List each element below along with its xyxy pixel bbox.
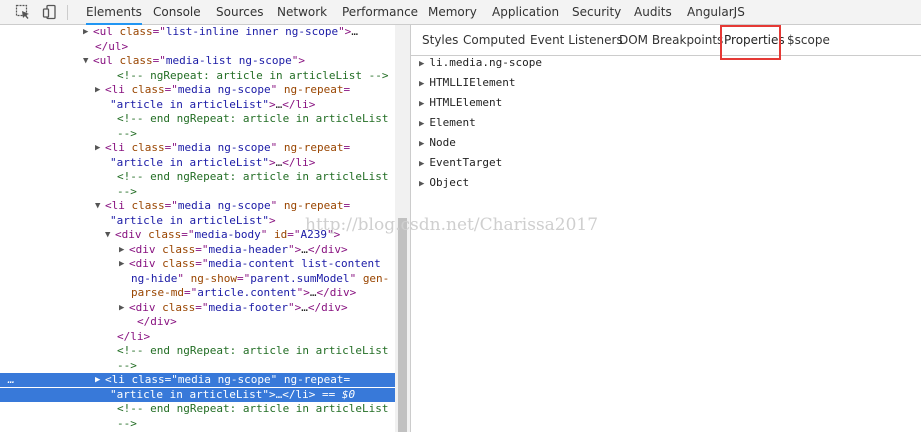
property-label: Element bbox=[429, 116, 476, 129]
dom-node-line[interactable]: --> bbox=[0, 359, 395, 373]
property-label: Object bbox=[429, 176, 470, 189]
collapsed-triangle-icon[interactable]: ▶ bbox=[83, 25, 88, 39]
dom-node-line[interactable]: "article in articleList">…</li> bbox=[0, 98, 395, 112]
dom-node-line[interactable]: ▼ <li class="media ng-scope" ng-repeat= bbox=[0, 199, 395, 213]
dom-node-line[interactable]: ▶ <div class="media-content list-content bbox=[0, 257, 395, 271]
highlight-box bbox=[720, 25, 781, 60]
dom-node-line[interactable]: --> bbox=[0, 417, 395, 431]
collapsed-triangle-icon[interactable]: ▶ bbox=[119, 301, 124, 315]
tab-security[interactable]: Security bbox=[572, 0, 621, 25]
sidebar-tab-styles[interactable]: Styles bbox=[422, 25, 458, 56]
collapsed-triangle-icon: ▶ bbox=[419, 119, 425, 129]
collapsed-triangle-icon[interactable]: ▶ bbox=[95, 141, 100, 155]
collapsed-triangle-icon: ▶ bbox=[419, 99, 425, 109]
collapsed-triangle-icon: ▶ bbox=[419, 79, 425, 89]
dom-node-line[interactable]: parse-md="article.content">…</div> bbox=[0, 286, 395, 300]
dom-node-line[interactable]: ▶ <li class="media ng-scope" ng-repeat= bbox=[0, 141, 395, 155]
property-label: HTMLElement bbox=[429, 96, 503, 109]
sidebar-tab-eventlisteners[interactable]: Event Listeners bbox=[530, 25, 623, 56]
dom-node-line[interactable]: ▶ <div class="media-header">…</div> bbox=[0, 243, 395, 257]
property-item[interactable]: ▶ HTMLElement bbox=[419, 96, 502, 110]
collapsed-triangle-icon: ▶ bbox=[419, 59, 425, 69]
dom-node-line[interactable]: ▶ <li class="media ng-scope" ng-repeat= bbox=[0, 83, 395, 97]
sidebar-tab-computed[interactable]: Computed bbox=[463, 25, 525, 56]
collapsed-triangle-icon[interactable]: ▶ bbox=[119, 257, 124, 271]
dom-node-line[interactable]: ng-hide" ng-show="parent.sumModel" gen- bbox=[0, 272, 395, 286]
tab-audits[interactable]: Audits bbox=[634, 0, 672, 25]
dom-tree-scrollbar-thumb[interactable] bbox=[398, 218, 407, 432]
property-label: HTMLLIElement bbox=[429, 76, 516, 89]
property-label: Node bbox=[429, 136, 456, 149]
dom-node-line[interactable]: <!-- end ngRepeat: article in articleLis… bbox=[0, 344, 395, 358]
dom-node-line[interactable]: ▶ <li class="media ng-scope" ng-repeat=… bbox=[0, 373, 395, 387]
dom-node-line[interactable]: --> bbox=[0, 185, 395, 199]
dom-node-line[interactable]: <!-- end ngRepeat: article in articleLis… bbox=[0, 170, 395, 184]
dom-node-line[interactable]: <!-- end ngRepeat: article in articleLis… bbox=[0, 402, 395, 416]
collapsed-triangle-icon: ▶ bbox=[419, 139, 425, 149]
dom-node-line[interactable]: </div> bbox=[0, 315, 395, 329]
tab-memory[interactable]: Memory bbox=[428, 0, 477, 25]
dom-node-line[interactable]: ▶ <div class="media-footer">…</div> bbox=[0, 301, 395, 315]
tab-performance[interactable]: Performance bbox=[342, 0, 418, 25]
collapsed-triangle-icon[interactable]: ▶ bbox=[119, 243, 124, 257]
watermark: http://blog.csdn.net/Charissa2017 bbox=[305, 215, 599, 235]
dom-node-line[interactable]: </li> bbox=[0, 330, 395, 344]
tab-angularjs[interactable]: AngularJS bbox=[687, 0, 745, 25]
property-item[interactable]: ▶ li.media.ng-scope bbox=[419, 56, 542, 70]
property-item[interactable]: ▶ Element bbox=[419, 116, 476, 130]
dom-node-line[interactable]: <!-- end ngRepeat: article in articleLis… bbox=[0, 112, 395, 126]
toolbar-separator bbox=[67, 5, 68, 20]
dom-node-line[interactable]: ▶ <ul class="list-inline inner ng-scope">… bbox=[0, 25, 395, 39]
property-item[interactable]: ▶ EventTarget bbox=[419, 156, 502, 170]
tab-application[interactable]: Application bbox=[492, 0, 559, 25]
property-item[interactable]: ▶ Object bbox=[419, 176, 469, 190]
collapsed-triangle-icon: ▶ bbox=[419, 159, 425, 169]
sidebar-tab-scope[interactable]: $scope bbox=[787, 25, 830, 56]
collapsed-triangle-icon: ▶ bbox=[419, 179, 425, 189]
dom-node-line[interactable]: ▼ <ul class="media-list ng-scope"> bbox=[0, 54, 395, 68]
dom-node-line[interactable]: <!-- ngRepeat: article in articleList --… bbox=[0, 69, 395, 83]
collapsed-triangle-icon[interactable]: ▶ bbox=[95, 83, 100, 97]
property-label: EventTarget bbox=[429, 156, 503, 169]
expanded-triangle-icon[interactable]: ▼ bbox=[105, 228, 110, 242]
tab-network[interactable]: Network bbox=[277, 0, 327, 25]
dom-node-line[interactable]: --> bbox=[0, 127, 395, 141]
dom-node-line[interactable]: </ul> bbox=[0, 40, 395, 54]
inspect-element-icon[interactable] bbox=[15, 4, 31, 20]
dom-node-line[interactable]: "article in articleList">…</li> == $0 bbox=[0, 387, 395, 402]
tab-elements[interactable]: Elements bbox=[86, 0, 142, 25]
expanded-triangle-icon[interactable]: ▼ bbox=[95, 199, 100, 213]
dom-node-line[interactable]: "article in articleList">…</li> bbox=[0, 156, 395, 170]
collapsed-triangle-icon[interactable]: ▶ bbox=[95, 373, 100, 387]
expanded-triangle-icon[interactable]: ▼ bbox=[83, 54, 88, 68]
tab-console[interactable]: Console bbox=[153, 0, 201, 25]
device-toolbar-icon[interactable] bbox=[42, 4, 58, 20]
property-item[interactable]: ▶ Node bbox=[419, 136, 456, 150]
sidebar-tabs: Styles Computed Event Listeners DOM Breakpo… bbox=[411, 25, 921, 56]
sidebar-tab-dombreakpoints[interactable]: DOM Breakpoints bbox=[619, 25, 723, 56]
tab-sources[interactable]: Sources bbox=[216, 0, 263, 25]
devtools-toolbar: Elements Console Sources Network Performance… bbox=[0, 0, 921, 25]
selected-node-marker: … bbox=[8, 373, 15, 386]
property-item[interactable]: ▶ HTMLLIElement bbox=[419, 76, 516, 90]
property-label: li.media.ng-scope bbox=[429, 56, 543, 69]
